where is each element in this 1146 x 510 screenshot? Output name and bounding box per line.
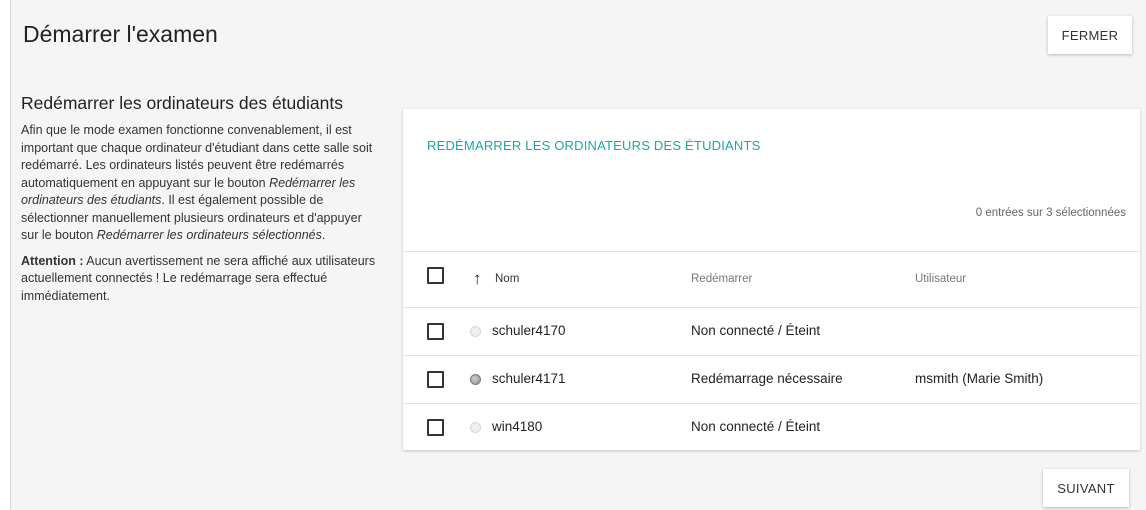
restart-status: Non connecté / Éteint (691, 419, 821, 434)
status-off-icon (470, 422, 481, 433)
instructions-emphasis: Redémarrer les ordinateurs sélectionnés (96, 228, 322, 242)
arrow-up-icon[interactable]: ↑ (473, 269, 482, 289)
computer-name: win4180 (492, 419, 543, 434)
status-off-icon (470, 326, 481, 337)
computer-name: schuler4171 (492, 371, 566, 386)
dialog-frame: Démarrer l'examen FERMER Redémarrer les … (10, 0, 1146, 510)
table-header: ↑ Nom Redémarrer Utilisateur (403, 251, 1140, 308)
warning-label: Attention : (21, 253, 84, 268)
table-row[interactable]: schuler4170 Non connecté / Éteint (403, 307, 1140, 356)
logged-user: msmith (Marie Smith) (915, 371, 1044, 386)
table-row[interactable]: win4180 Non connecté / Éteint (403, 403, 1140, 452)
top-bar: Démarrer l'examen FERMER (11, 0, 1146, 70)
computer-name: schuler4170 (492, 323, 566, 338)
table-row[interactable]: schuler4171 Redémarrage nécessaire msmit… (403, 355, 1140, 404)
row-checkbox[interactable] (427, 323, 444, 340)
row-checkbox[interactable] (427, 419, 444, 436)
restart-status: Redémarrage nécessaire (691, 371, 843, 386)
instructions-panel: Redémarrer les ordinateurs des étudiants… (21, 93, 381, 305)
close-button[interactable]: FERMER (1048, 16, 1132, 54)
row-checkbox[interactable] (427, 371, 444, 388)
instructions-text: Afin que le mode examen fonctionne conve… (21, 122, 381, 245)
page-title: Démarrer l'examen (23, 21, 218, 47)
column-header-name[interactable]: Nom (495, 273, 519, 285)
column-header-restart[interactable]: Redémarrer (691, 273, 752, 285)
card-title: REDÉMARRER LES ORDINATEURS DES ÉTUDIANTS (427, 138, 761, 153)
instructions-heading: Redémarrer les ordinateurs des étudiants (21, 93, 343, 113)
selection-count: 0 entrées sur 3 sélectionnées (975, 207, 1126, 219)
status-on-icon (470, 374, 481, 385)
next-button[interactable]: SUIVANT (1043, 469, 1129, 507)
computers-card: REDÉMARRER LES ORDINATEURS DES ÉTUDIANTS… (403, 109, 1140, 450)
restart-status: Non connecté / Éteint (691, 323, 821, 338)
instructions-text-part: . (321, 228, 326, 242)
warning-text: Attention : Aucun avertissement ne sera … (21, 253, 381, 306)
column-header-user[interactable]: Utilisateur (915, 273, 966, 285)
select-all-checkbox[interactable] (427, 267, 444, 284)
